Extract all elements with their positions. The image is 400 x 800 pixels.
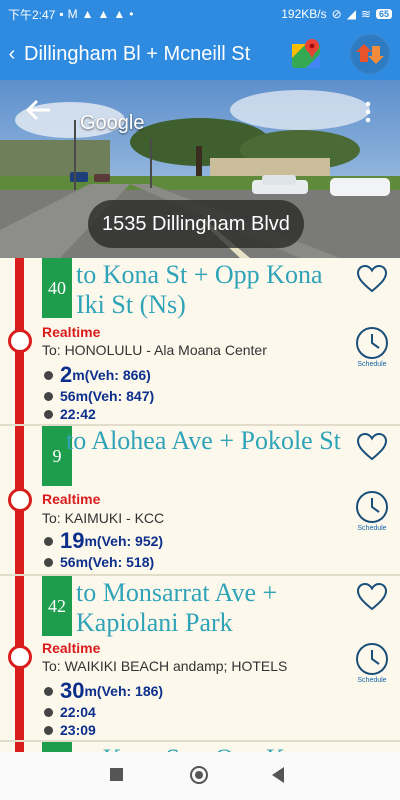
route-number-badge bbox=[42, 742, 72, 752]
route-list[interactable]: 40 to Kona St + Opp Kona Iki St (Ns) Sch… bbox=[0, 258, 400, 752]
heart-outline-icon[interactable] bbox=[356, 264, 388, 294]
route-number-badge: 42 bbox=[42, 576, 72, 636]
arrival-minutes: 19 bbox=[60, 528, 85, 553]
swap-direction-icon[interactable] bbox=[350, 34, 390, 74]
bullet-icon bbox=[44, 536, 53, 546]
route-card[interactable]: 42 to Monsarrat Ave + Kapiolani Park Sch… bbox=[0, 576, 400, 742]
bullet-icon bbox=[44, 686, 53, 696]
arrival-detail: 56m(Veh: 518) bbox=[60, 554, 155, 570]
arrival-row: 2 m(Veh: 866) bbox=[44, 364, 151, 386]
arrival-detail: 23:09 bbox=[60, 722, 96, 738]
arrival-row: 22:42 bbox=[44, 406, 96, 422]
google-brand: Google bbox=[80, 112, 145, 134]
schedule-label: Schedule bbox=[357, 677, 387, 684]
warning-icon: ▲ bbox=[97, 7, 110, 21]
bullet-icon bbox=[44, 557, 53, 567]
arrow-back-icon[interactable] bbox=[24, 96, 54, 124]
stop-marker bbox=[8, 488, 32, 512]
arrival-row: 30 m(Veh: 186) bbox=[44, 680, 163, 702]
network-speed: 192KB/s bbox=[281, 7, 327, 21]
route-destination[interactable]: to Kona St + Opp Kona Iki St (Ns) bbox=[76, 260, 350, 320]
bullet-icon bbox=[44, 707, 53, 717]
warning-icon: ▲ bbox=[113, 7, 126, 21]
clock-icon bbox=[356, 491, 388, 523]
system-nav-bar bbox=[0, 752, 400, 800]
schedule-label: Schedule bbox=[357, 525, 387, 532]
arrival-row: 56m(Veh: 518) bbox=[44, 554, 154, 570]
arrival-detail: 56m(Veh: 847) bbox=[60, 388, 155, 404]
signal-icon: ◢ bbox=[346, 7, 356, 21]
street-view[interactable]: Google 1535 Dillingham Blvd bbox=[0, 80, 400, 258]
bullet-icon bbox=[44, 409, 53, 419]
route-card[interactable]: 9 to Alohea Ave + Pokole St Schedule Rea… bbox=[0, 426, 400, 576]
recents-button[interactable] bbox=[110, 768, 123, 781]
schedule-button[interactable]: Schedule bbox=[354, 642, 390, 684]
arrival-detail: m(Veh: 186) bbox=[84, 683, 164, 699]
route-destination[interactable]: to Alohea Ave + Pokole St bbox=[66, 426, 350, 456]
notification-icon: ▪ bbox=[59, 7, 64, 21]
bullet-icon bbox=[44, 391, 53, 401]
arrival-row: 23:09 bbox=[44, 722, 96, 738]
schedule-label: Schedule bbox=[357, 361, 387, 368]
gmail-icon: M bbox=[67, 7, 78, 21]
stop-marker bbox=[8, 329, 32, 353]
heart-outline-icon[interactable] bbox=[356, 432, 388, 462]
stop-title: Dillingham Bl + Mcneill St bbox=[24, 42, 251, 65]
more-vert-icon[interactable] bbox=[360, 100, 376, 124]
app-bar: ‹ Dillingham Bl + Mcneill St bbox=[0, 28, 400, 80]
arrival-detail: 22:42 bbox=[60, 406, 96, 422]
status-time: 下午2:47 bbox=[8, 7, 56, 22]
home-button[interactable] bbox=[190, 766, 208, 784]
route-destination[interactable]: to Monsarrat Ave + Kapiolani Park bbox=[76, 578, 350, 638]
chevron-left-icon[interactable]: ‹ bbox=[2, 43, 22, 66]
direction-text: To: WAIKIKI BEACH andamp; HOTELS bbox=[42, 658, 288, 674]
schedule-button[interactable]: Schedule bbox=[354, 326, 390, 368]
wifi-icon: ≋ bbox=[360, 7, 371, 21]
direction-text: To: KAIMUKI - KCC bbox=[42, 510, 165, 526]
stop-marker bbox=[8, 645, 32, 669]
arrival-row: 56m(Veh: 847) bbox=[44, 388, 154, 404]
arrival-detail: 22:04 bbox=[60, 704, 96, 720]
route-destination[interactable]: to Kona St + Opp K bbox=[76, 744, 350, 752]
route-card[interactable]: 40 to Kona St + Opp Kona Iki St (Ns) Sch… bbox=[0, 258, 400, 426]
realtime-label: Realtime bbox=[42, 640, 101, 656]
arrival-detail: m(Veh: 866) bbox=[72, 367, 151, 383]
street-view-address: 1535 Dillingham Blvd bbox=[88, 200, 304, 248]
arrival-minutes: 2 bbox=[60, 362, 73, 387]
mute-icon: ⊘ bbox=[331, 7, 342, 21]
arrival-detail: m(Veh: 952) bbox=[84, 533, 164, 549]
schedule-button[interactable]: Schedule bbox=[354, 490, 390, 532]
bullet-icon bbox=[44, 370, 53, 380]
more-notifications-icon: • bbox=[129, 7, 134, 21]
clock-icon bbox=[356, 643, 388, 675]
realtime-label: Realtime bbox=[42, 324, 101, 340]
arrival-row: 19 m(Veh: 952) bbox=[44, 530, 163, 552]
heart-outline-icon[interactable] bbox=[356, 582, 388, 612]
warning-icon: ▲ bbox=[81, 7, 94, 21]
battery-icon: 65 bbox=[375, 9, 392, 19]
direction-text: To: HONOLULU - Ala Moana Center bbox=[42, 342, 267, 358]
bullet-icon bbox=[44, 725, 53, 735]
route-number-badge: 40 bbox=[42, 258, 72, 318]
google-maps-icon[interactable] bbox=[286, 34, 326, 74]
arrival-minutes: 30 bbox=[60, 678, 85, 703]
status-bar: 下午2:47 ▪ M ▲ ▲ ▲ • 192KB/s ⊘ ◢ ≋ 65 bbox=[0, 0, 400, 28]
back-button[interactable] bbox=[272, 767, 284, 783]
realtime-label: Realtime bbox=[42, 491, 101, 507]
arrival-row: 22:04 bbox=[44, 704, 96, 720]
route-card[interactable]: to Kona St + Opp K bbox=[0, 742, 400, 752]
clock-icon bbox=[356, 327, 388, 359]
